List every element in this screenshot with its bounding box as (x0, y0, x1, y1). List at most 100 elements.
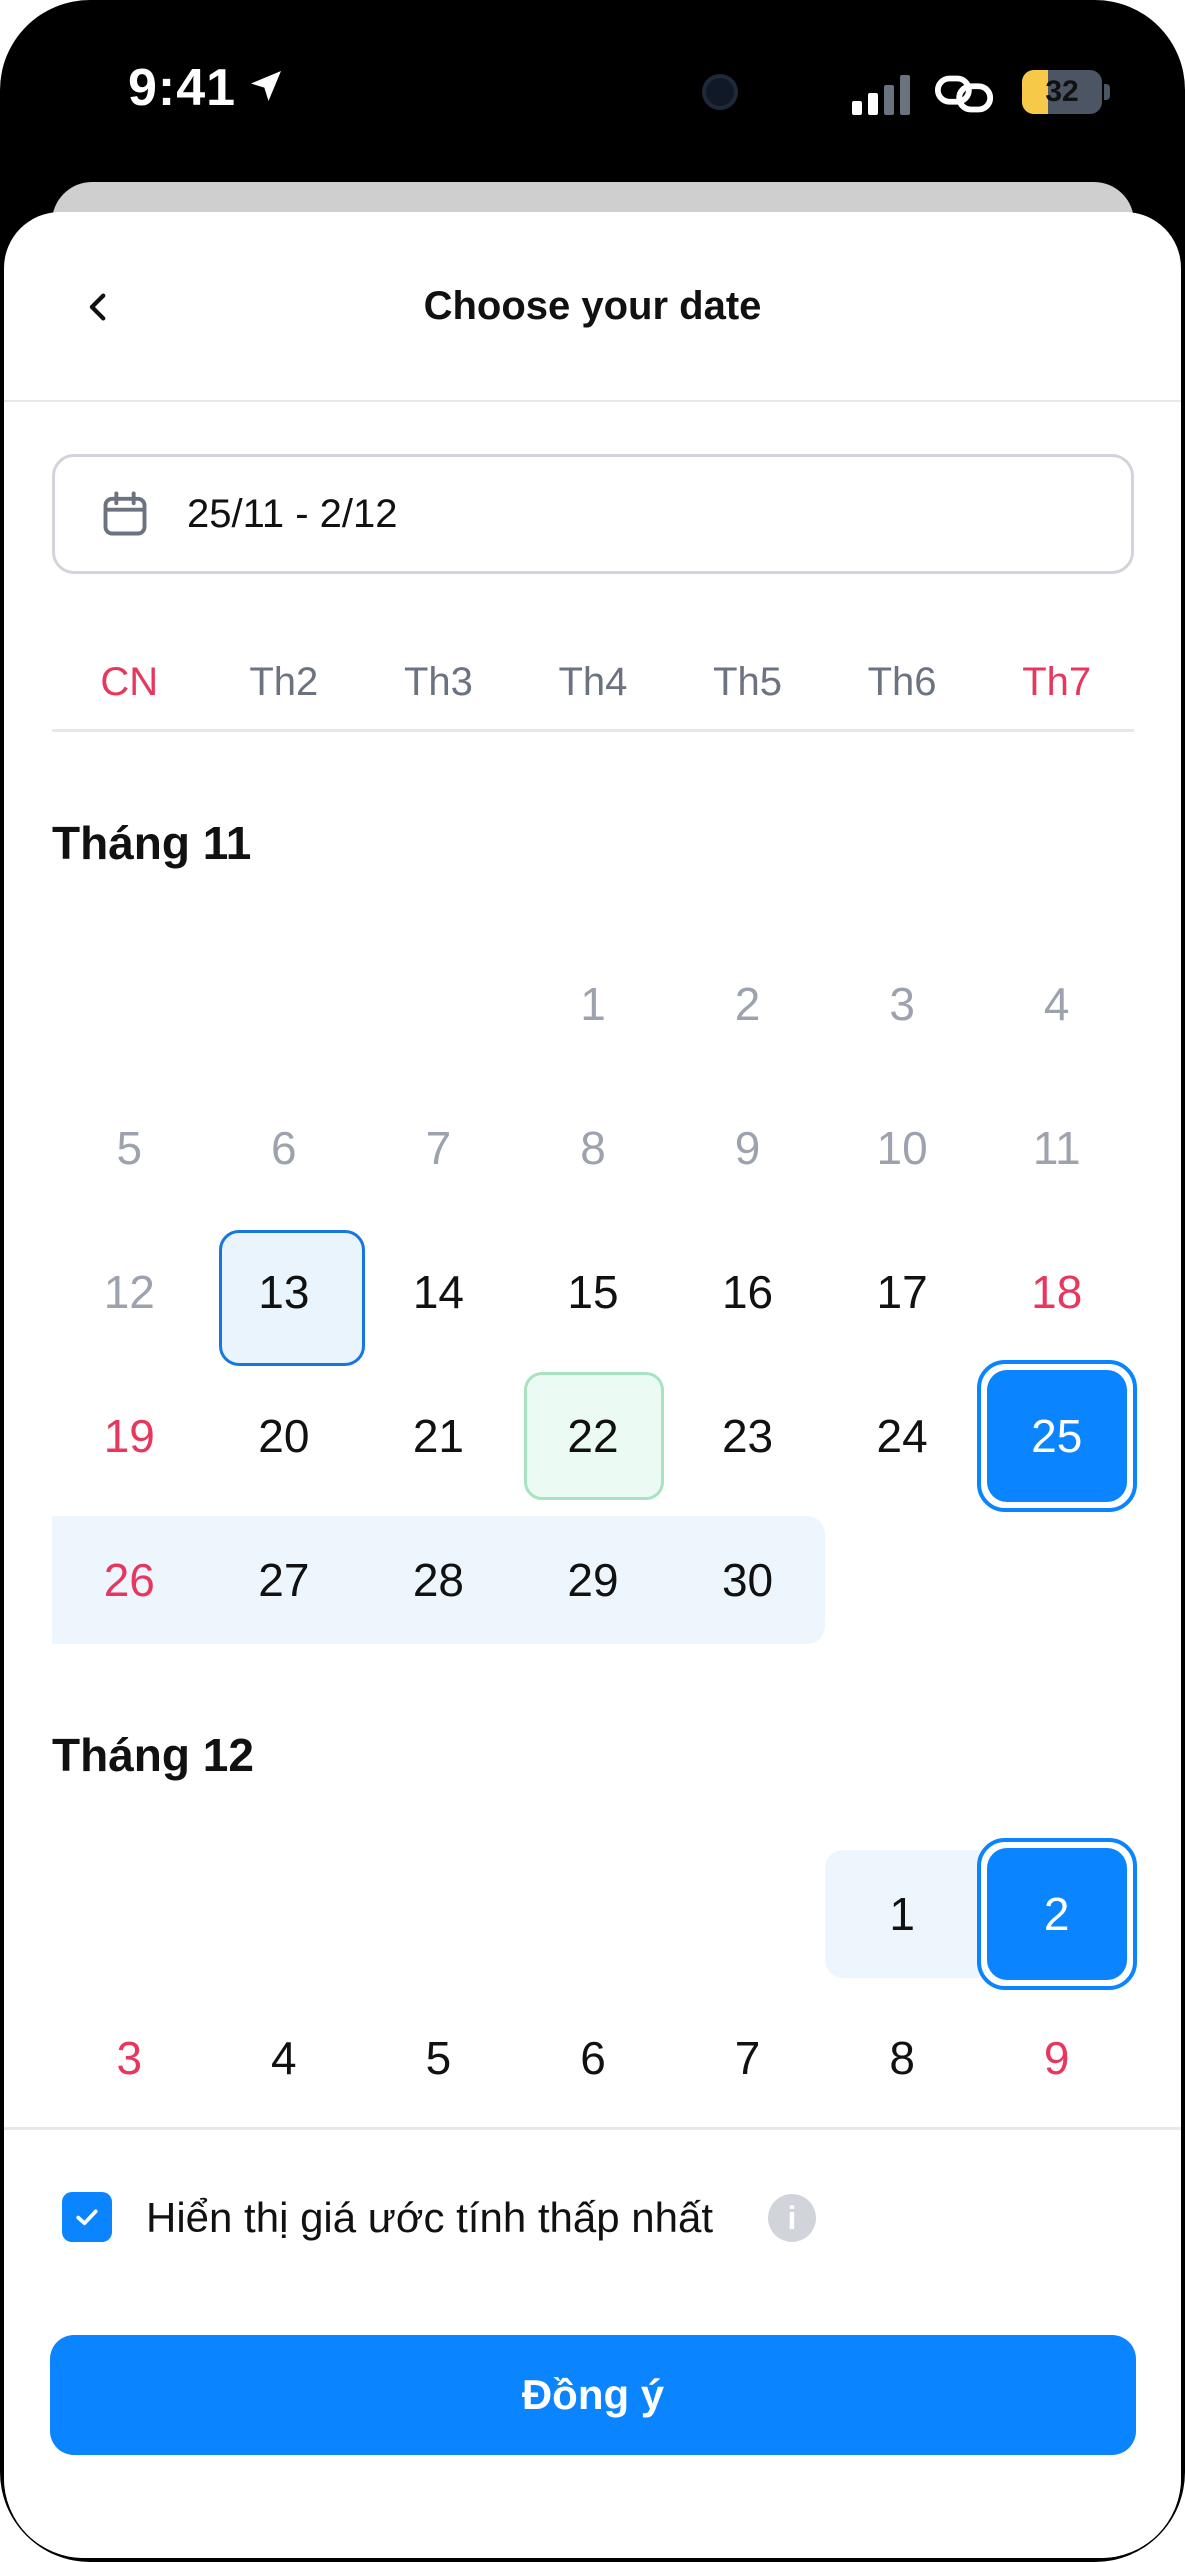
calendar-day[interactable]: 1 (516, 932, 671, 1076)
calendar-day[interactable]: 16 (670, 1220, 825, 1364)
calendar-day-number: 17 (876, 1266, 928, 1318)
calendar-day[interactable]: 7 (361, 1076, 516, 1220)
calendar-day-number: 11 (1032, 1122, 1081, 1174)
calendar-day[interactable]: 5 (361, 1986, 516, 2130)
month-grid-december: 123456789 (52, 1838, 1138, 2130)
calendar-day[interactable]: 13 (207, 1220, 365, 1366)
calendar-day[interactable]: 19 (52, 1364, 207, 1508)
calendar-day[interactable]: 24 (825, 1364, 980, 1508)
battery-icon: 32 (1022, 70, 1102, 114)
calendar-day[interactable]: 10 (825, 1076, 980, 1220)
calendar-day-number: 21 (412, 1410, 464, 1462)
weekday-th2: Th2 (249, 660, 319, 704)
calendar-day[interactable]: 9 (979, 1986, 1134, 2130)
calendar-day[interactable]: 23 (670, 1364, 825, 1508)
calendar-day-number: 7 (734, 2032, 761, 2084)
sheet-footer: Hiển thị giá ước tính thấp nhất i Đồng ý (4, 2127, 1181, 2558)
calendar-day-number: 2 (734, 978, 761, 1030)
sheet-header: Choose your date (4, 212, 1181, 402)
calendar-day-number: 27 (258, 1554, 310, 1606)
info-icon[interactable]: i (768, 2194, 816, 2242)
show-lowest-price-checkbox[interactable] (62, 2192, 112, 2242)
status-time: 9:41 (128, 59, 237, 117)
month-grid-november: 1 2 3 4 5 6 7 8 9 10 11 12 13 14 15 16 17 18 19 20 21 22 23 24 2… (52, 932, 1138, 1652)
date-picker-sheet: Choose your date 25/11 - 2/12 CN Th2 Th3 Th… (4, 212, 1181, 2558)
calendar-day-number: 30 (721, 1554, 774, 1606)
calendar-day[interactable]: 8 (825, 1986, 980, 2130)
calendar-day-number: 2 (1043, 1888, 1070, 1940)
calendar-day-number: 9 (734, 1122, 761, 1174)
weekday-cn: CN (100, 660, 159, 704)
calendar-day-number: 6 (271, 1122, 297, 1174)
calendar-day-number: 29 (567, 1554, 619, 1606)
weekday-header: CN Th2 Th3 Th4 Th5 Th6 Th7 (52, 652, 1134, 732)
calendar-day[interactable]: 17 (825, 1220, 980, 1364)
calendar-day[interactable]: 22 (516, 1364, 671, 1508)
page-title: Choose your date (423, 284, 762, 328)
calendar-day[interactable]: 4 (207, 1986, 362, 2130)
calendar-day[interactable]: 27 (207, 1508, 362, 1652)
calendar-day-number: 9 (1043, 2032, 1070, 2084)
calendar-day[interactable]: 3 (52, 1986, 207, 2130)
calendar-day[interactable]: 21 (361, 1364, 516, 1508)
weekday-th5: Th5 (713, 660, 782, 704)
calendar-week-row: 5 6 7 8 9 10 11 (52, 1076, 1134, 1220)
calendar-day-number: 10 (876, 1122, 928, 1174)
checkmark-icon (76, 2209, 98, 2226)
calendar-day[interactable]: 30 (670, 1508, 825, 1652)
battery-level-text: 32 (1045, 75, 1079, 108)
calendar-week-row: 12 (52, 1838, 1138, 1990)
calendar-day[interactable]: 26 (52, 1508, 207, 1652)
calendar-week-row: 1 2 3 4 (52, 932, 1134, 1076)
calendar-day[interactable]: 28 (361, 1508, 516, 1652)
calendar-day[interactable]: 12 (52, 1220, 207, 1364)
calendar-day[interactable]: 9 (670, 1076, 825, 1220)
calendar-day-number: 12 (103, 1266, 155, 1318)
weekday-th6: Th6 (867, 660, 937, 704)
calendar-day-number: 3 (889, 978, 915, 1030)
calendar-day-number: 4 (271, 2032, 297, 2084)
date-range-value: 25/11 - 2/12 (187, 491, 398, 536)
calendar-day-number: 19 (103, 1410, 155, 1462)
calendar-day[interactable]: 6 (516, 1986, 671, 2130)
agree-button[interactable]: Đồng ý (50, 2335, 1136, 2455)
calendar-day[interactable]: 2 (977, 1838, 1138, 1990)
camera-icon (702, 74, 738, 110)
calendar-day[interactable]: 4 (979, 932, 1134, 1076)
calendar-day-number: 1 (580, 978, 606, 1030)
calendar-day[interactable]: 7 (670, 1986, 825, 2130)
calendar-day-number: 4 (1043, 978, 1070, 1030)
calendar-day[interactable]: 3 (825, 932, 980, 1076)
calendar-day-number: 14 (412, 1266, 464, 1318)
status-bar: 9:41 32 (0, 0, 1185, 180)
calendar-day-number: 5 (116, 1122, 143, 1174)
calendar-icon (103, 491, 147, 536)
calendar-day[interactable]: 14 (361, 1220, 516, 1364)
signal-icon (852, 75, 910, 115)
location-arrow-icon (251, 71, 281, 101)
calendar-day-number: 3 (116, 2032, 143, 2084)
calendar-week-row: 26 27 28 29 30 (52, 1508, 1134, 1652)
month-title-november: Tháng 11 (52, 817, 252, 869)
link-icon (934, 75, 994, 113)
calendar-week-row: 12 13 14 15 16 17 18 (52, 1220, 1134, 1366)
calendar-day-number: 18 (1031, 1266, 1083, 1318)
calendar-day[interactable]: 8 (516, 1076, 671, 1220)
calendar-day-number: 6 (580, 2032, 606, 2084)
calendar-day[interactable]: 5 (52, 1076, 207, 1220)
calendar-day[interactable]: 20 (207, 1364, 362, 1508)
calendar-day[interactable]: 11 (979, 1076, 1134, 1220)
date-range-input[interactable]: 25/11 - 2/12 (52, 454, 1134, 574)
weekday-th3: Th3 (403, 660, 473, 704)
calendar-day[interactable]: 15 (516, 1220, 671, 1364)
calendar-day[interactable]: 25 (977, 1360, 1138, 1512)
calendar-day[interactable]: 2 (670, 932, 825, 1076)
calendar-day-number: 8 (889, 2032, 915, 2084)
calendar-day-number: 1 (889, 1888, 915, 1940)
weekday-th4: Th4 (558, 660, 628, 704)
calendar-day[interactable]: 18 (979, 1220, 1134, 1364)
calendar-day[interactable]: 29 (516, 1508, 671, 1652)
calendar-day[interactable]: 6 (207, 1076, 362, 1220)
calendar-day-number: 5 (425, 2032, 452, 2084)
calendar-day[interactable]: 1 (825, 1842, 980, 1986)
